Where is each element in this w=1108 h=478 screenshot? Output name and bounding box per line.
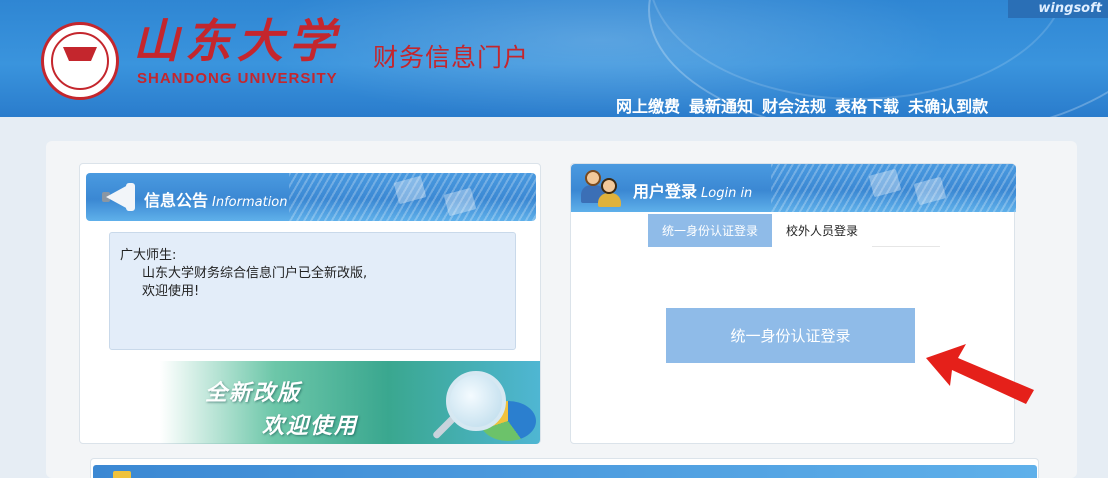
notice-box: 广大师生: 山东大学财务综合信息门户已全新改版, 欢迎使用!	[109, 232, 516, 350]
portal-title: 财务信息门户	[373, 43, 530, 72]
megaphone-mouth	[126, 183, 135, 211]
user-head	[601, 178, 617, 194]
info-panel-title: 信息公告 Information	[144, 187, 288, 211]
megaphone-icon	[98, 179, 136, 215]
info-title-en: Information	[212, 195, 288, 210]
bottom-panel-header	[93, 465, 1037, 478]
info-panel-header: 信息公告 Information	[86, 173, 536, 221]
login-title-cn: 用户登录	[633, 182, 698, 201]
info-panel: 信息公告 Information 广大师生: 山东大学财务综合信息门户已全新改版,…	[79, 163, 541, 444]
users-icon	[579, 168, 623, 208]
banner-line-1: 全新改版	[205, 381, 302, 406]
nav-online-payment[interactable]: 网上缴费	[616, 93, 680, 117]
top-nav: 网上缴费 最新通知 财会法规 表格下载 未确认到款	[616, 93, 988, 117]
login-tabs: 统一身份认证登录 校外人员登录	[648, 214, 940, 247]
site-header: wingsoft 山东大学 SHANDONG UNIVERSITY 财务信息门户…	[0, 0, 1108, 117]
university-calligraphy: 山东大学	[133, 14, 341, 68]
vendor-label: wingsoft	[1008, 0, 1108, 18]
login-panel-title: 用户登录 Login in	[633, 178, 752, 202]
nav-form-downloads[interactable]: 表格下载	[835, 93, 899, 117]
nav-unconfirmed-payments[interactable]: 未确认到款	[908, 93, 988, 117]
notice-line: 山东大学财务综合信息门户已全新改版,	[142, 266, 368, 281]
sso-login-button[interactable]: 统一身份认证登录	[666, 308, 915, 363]
tab-external-login[interactable]: 校外人员登录	[772, 214, 873, 247]
megaphone-horn	[106, 185, 128, 209]
magnifier-icon	[446, 371, 506, 431]
info-title-cn: 信息公告	[144, 191, 209, 210]
bottom-panel	[90, 458, 1039, 478]
seal-emblem	[63, 47, 97, 71]
arrow-shape	[926, 344, 1034, 404]
user-body	[598, 193, 621, 207]
university-english-name: SHANDONG UNIVERSITY	[137, 70, 338, 87]
login-panel-header: 用户登录 Login in	[571, 164, 1016, 212]
folder-icon	[113, 471, 131, 478]
notice-line: 欢迎使用!	[142, 284, 200, 299]
main-container: 信息公告 Information 广大师生: 山东大学财务综合信息门户已全新改版,…	[46, 141, 1077, 478]
tab-unified-auth[interactable]: 统一身份认证登录	[648, 214, 773, 247]
notice-greeting: 广大师生:	[120, 248, 177, 263]
login-title-en: Login in	[701, 186, 753, 201]
new-version-banner: 全新改版 欢迎使用	[80, 361, 540, 444]
university-seal-logo[interactable]	[41, 22, 119, 100]
red-arrow-annotation	[926, 344, 1034, 404]
user-head	[585, 170, 601, 186]
banner-line-2: 欢迎使用	[262, 414, 359, 439]
nav-regulations[interactable]: 财会法规	[762, 93, 826, 117]
nav-latest-notices[interactable]: 最新通知	[689, 93, 753, 117]
